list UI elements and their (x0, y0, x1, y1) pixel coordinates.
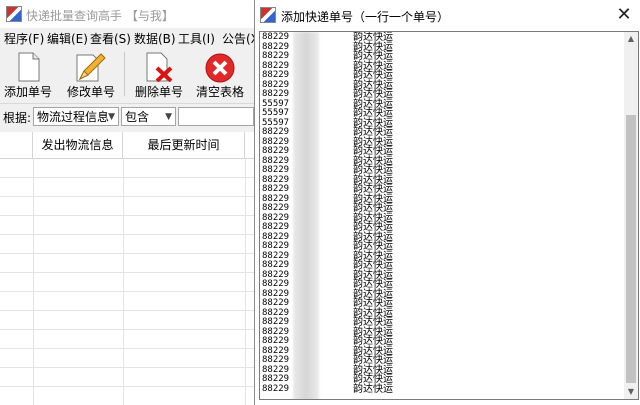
grid-line (0, 177, 254, 178)
clear-table-label: 清空表格 (195, 85, 244, 99)
add-number-label: 添加单号 (3, 85, 52, 99)
filter-operator-select[interactable]: 包含 ▼ (121, 107, 176, 126)
column-last-update[interactable]: 最后更新时间 (123, 132, 245, 158)
filter-operator-value: 包含 (125, 110, 150, 124)
filter-field-value: 物流过程信息 (37, 110, 110, 124)
courier-name: 韵达快运 (353, 383, 393, 395)
grid-line (0, 234, 254, 235)
vertical-scrollbar[interactable]: ▲ ▼ (624, 32, 638, 399)
menu-data[interactable]: 数据(B) (134, 30, 176, 47)
row-header-column[interactable] (0, 132, 33, 158)
tracking-number: 88229 (262, 383, 290, 394)
delete-number-label: 删除单号 (134, 85, 183, 99)
grid-line (0, 196, 254, 197)
document-icon (18, 52, 40, 82)
grid-line (0, 253, 254, 254)
filter-bar: 根据: 物流过程信息 ▼ 包含 ▼ (0, 104, 254, 130)
chevron-down-icon: ▼ (108, 112, 115, 122)
grid-line (0, 329, 254, 330)
add-number-button[interactable]: 添加单号 (2, 50, 54, 100)
tracking-numbers-textarea[interactable]: 88229 韵达快运 88229 韵达快运 88229 韵达快运 88229 韵达快运 8822… (259, 31, 639, 400)
grid-line (0, 310, 254, 311)
filter-label: 根据: (3, 111, 32, 125)
menu-edit[interactable]: 编辑(E) (47, 30, 88, 47)
results-table: 发出物流信息 最后更新时间 (0, 132, 254, 405)
clear-table-button[interactable]: 清空表格 (194, 50, 246, 100)
main-title-bar: 快递批量查询高手 【与我】 (0, 0, 254, 28)
redaction-blur (293, 32, 319, 399)
menu-tools[interactable]: 工具(I) (178, 30, 215, 47)
toolbar: 添加单号 修改单号 删除单号 清空表格 (0, 48, 254, 104)
menu-program[interactable]: 程序(F) (4, 30, 44, 47)
clear-icon (205, 53, 235, 83)
add-numbers-dialog: 添加快递单号（一行一个单号） ✕ 88229 韵达快运 88229 韵达快运 88229… (254, 0, 640, 405)
filter-value-input[interactable] (178, 107, 254, 126)
dialog-title: 添加快递单号（一行一个单号） (281, 10, 450, 24)
grid-line (0, 272, 254, 273)
grid-line (0, 348, 254, 349)
scroll-up-icon[interactable]: ▲ (624, 32, 638, 46)
grid-line (0, 215, 254, 216)
grid-line (0, 386, 254, 387)
close-icon[interactable]: ✕ (613, 4, 635, 26)
scroll-down-icon[interactable]: ▼ (624, 385, 638, 399)
main-window-title: 快递批量查询高手 【与我】 (26, 9, 174, 23)
column-next[interactable] (245, 132, 254, 158)
main-window: 快递批量查询高手 【与我】 程序(F) 编辑(E) 查看(S) 数据(B) 工具… (0, 0, 254, 405)
dialog-title-bar: 添加快递单号（一行一个单号） ✕ (255, 0, 640, 31)
toolbar-separator (124, 52, 125, 96)
grid-line (0, 367, 254, 368)
delete-document-icon (146, 52, 173, 82)
column-outbound-info[interactable]: 发出物流信息 (33, 132, 123, 158)
delete-number-button[interactable]: 删除单号 (132, 50, 186, 100)
app-icon (260, 7, 276, 23)
app-icon (6, 6, 22, 22)
menu-view[interactable]: 查看(S) (90, 30, 131, 47)
edit-number-button[interactable]: 修改单号 (64, 50, 118, 100)
scroll-thumb[interactable] (626, 115, 636, 383)
grid-line (0, 291, 254, 292)
table-header: 发出物流信息 最后更新时间 (0, 132, 254, 159)
chevron-down-icon: ▼ (165, 112, 172, 122)
edit-number-label: 修改单号 (66, 85, 115, 99)
filter-field-select[interactable]: 物流过程信息 ▼ (33, 107, 119, 126)
edit-document-icon (76, 53, 106, 82)
menu-notice[interactable]: 公告(X (222, 30, 254, 47)
menu-bar: 程序(F) 编辑(E) 查看(S) 数据(B) 工具(I) 公告(X (0, 28, 254, 48)
